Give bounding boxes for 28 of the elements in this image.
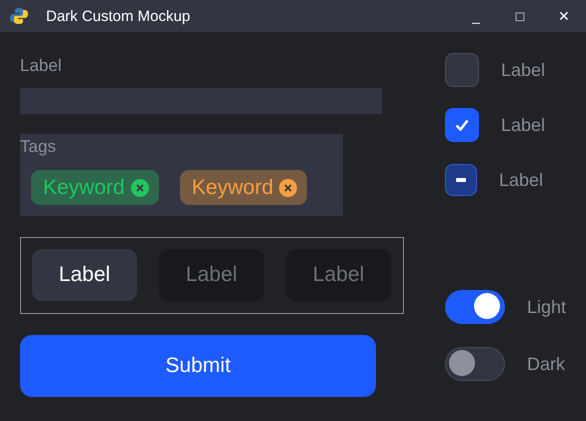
input-field[interactable] <box>20 88 382 114</box>
app-logo-icon <box>10 7 28 25</box>
check-icon <box>455 119 469 131</box>
toggle-switch[interactable] <box>445 347 505 381</box>
tags-label: Tags <box>20 137 56 157</box>
checkbox[interactable] <box>445 164 477 196</box>
segment-button[interactable]: Label <box>159 249 264 301</box>
field-label: Label <box>20 56 63 76</box>
checkbox-label: Label <box>501 114 546 136</box>
toggle-label: Light <box>527 296 566 318</box>
window-title: Dark Custom Mockup <box>46 8 190 24</box>
segment-button[interactable]: Label <box>286 249 391 301</box>
checkbox-label: Label <box>501 60 546 80</box>
toggle-switch[interactable] <box>445 290 505 324</box>
remove-tag-icon[interactable] <box>130 178 149 196</box>
checkbox[interactable] <box>445 108 479 142</box>
toggle-label: Dark <box>527 354 566 374</box>
remove-tag-icon[interactable] <box>279 178 298 196</box>
checkbox[interactable] <box>445 53 479 87</box>
minimize-button[interactable]: _ <box>454 8 498 24</box>
tag-text: Keyword <box>43 176 125 200</box>
tag-text: Keyword <box>192 176 274 200</box>
checkbox-label: Label <box>499 170 544 190</box>
segment-button[interactable]: Label <box>32 249 137 301</box>
close-button[interactable]: ✕ <box>542 8 586 24</box>
maximize-button[interactable]: □ <box>498 8 542 24</box>
submit-button[interactable]: Submit <box>20 335 376 397</box>
dash-icon <box>456 178 466 182</box>
